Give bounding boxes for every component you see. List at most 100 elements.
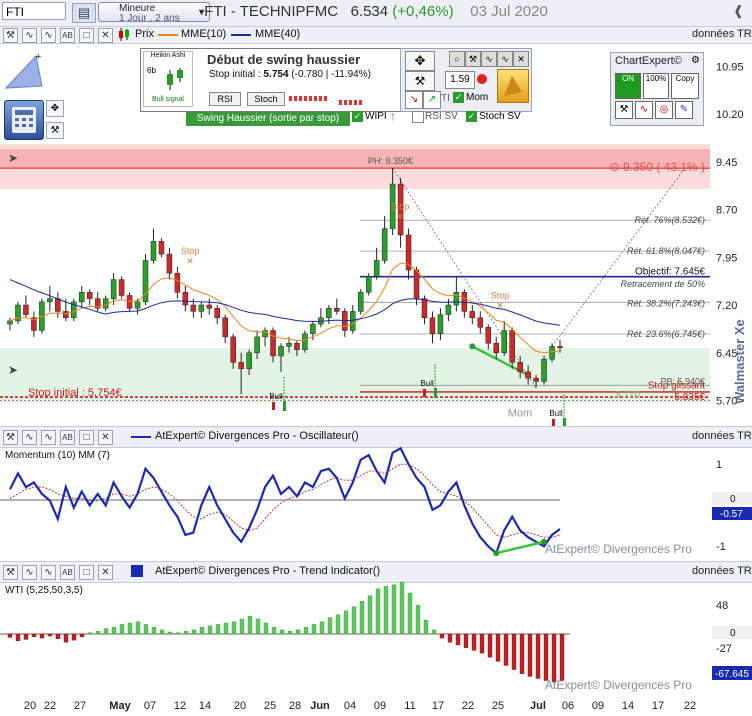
x-tick-label: 25 bbox=[264, 700, 276, 712]
mme40-label: MME(40) bbox=[255, 28, 301, 40]
candle-body bbox=[326, 307, 332, 319]
trend-label: WTI (5,25,50,3,5) bbox=[5, 585, 83, 596]
collapse-icon[interactable]: ❰ bbox=[733, 3, 744, 19]
chart-green-icon[interactable]: ↗ bbox=[423, 91, 441, 109]
trend-square-icon[interactable]: □ bbox=[79, 564, 96, 582]
candle-body bbox=[214, 307, 220, 319]
x-tick-label: 22 bbox=[684, 700, 696, 712]
osc-ytick-1: 1 bbox=[716, 459, 722, 471]
tool-icon[interactable]: ⚒ bbox=[465, 51, 481, 67]
trend-close-icon[interactable]: ✕ bbox=[98, 564, 115, 582]
x-tick-label: 28 bbox=[289, 700, 301, 712]
osc-wave2-icon[interactable]: ∿ bbox=[41, 429, 58, 447]
close-icon[interactable]: ✕ bbox=[98, 27, 115, 45]
trend-bar bbox=[327, 617, 333, 635]
pct-button[interactable]: 100% bbox=[643, 73, 669, 99]
wave2-icon[interactable]: ∿ bbox=[41, 27, 58, 45]
osc-tools-icon[interactable]: ⚒ bbox=[3, 429, 20, 447]
candle-body bbox=[421, 298, 428, 319]
trend-bar bbox=[495, 633, 501, 662]
hammer-icon[interactable]: ⚒ bbox=[405, 71, 435, 91]
trend-bar bbox=[71, 633, 77, 641]
trend-current: -67.645 bbox=[715, 669, 749, 680]
triangle-widget[interactable]: + bbox=[2, 48, 48, 92]
rsi-sv-checkbox[interactable] bbox=[412, 111, 424, 123]
wipi-checkbox[interactable]: ✓ bbox=[352, 111, 363, 122]
trend-bar bbox=[39, 633, 45, 639]
trend-watermark: AtExpert© Divergences Pro bbox=[545, 678, 692, 692]
candle-body bbox=[158, 241, 165, 255]
candle-body bbox=[477, 317, 484, 328]
calculator-icon[interactable] bbox=[4, 100, 44, 140]
candle-body bbox=[350, 311, 356, 331]
bull-bar-red bbox=[423, 389, 426, 397]
move-arrows-icon[interactable]: ✥ bbox=[405, 51, 435, 71]
title-price: 6.534 bbox=[350, 3, 389, 20]
ticker-input[interactable]: FTI bbox=[2, 2, 66, 20]
osc-square-icon[interactable]: □ bbox=[79, 429, 96, 447]
candle-body bbox=[310, 323, 316, 334]
trend-toolbar: ⚒ ∿ ∿ AB □ ✕ AtExpert© Divergences Pro -… bbox=[0, 561, 752, 583]
candle-body bbox=[198, 304, 205, 312]
candle-body bbox=[86, 292, 93, 299]
copy-button[interactable]: Copy bbox=[671, 73, 699, 99]
pct-label: 100% bbox=[645, 74, 667, 83]
x-tick-label: 22 bbox=[44, 700, 56, 712]
trend-bar bbox=[191, 629, 197, 635]
candle-body bbox=[78, 292, 85, 303]
curve-icon-ce[interactable]: ∿ bbox=[635, 101, 653, 119]
x-tick-label: 20 bbox=[24, 700, 36, 712]
chart-red-icon[interactable]: ↘ bbox=[405, 91, 423, 109]
osc-wave-icon[interactable]: ∿ bbox=[22, 429, 39, 447]
record-icon[interactable]: ○ bbox=[449, 51, 465, 67]
osc-ab-icon[interactable]: AB bbox=[60, 429, 77, 447]
candle-body bbox=[23, 304, 29, 315]
wrench-icon[interactable]: ⚒ bbox=[46, 122, 64, 139]
mom-checkbox[interactable]: ✓ bbox=[453, 92, 464, 103]
pencil-icon-ce[interactable]: ✎ bbox=[675, 101, 693, 119]
target-icon-ce[interactable]: ◎ bbox=[655, 101, 673, 119]
candle-body bbox=[413, 269, 420, 299]
trend-bar bbox=[543, 633, 549, 681]
candle-body bbox=[230, 336, 236, 363]
trend-bar bbox=[455, 633, 461, 646]
price-annotation: Stop initial : 5.754€ bbox=[28, 387, 122, 399]
candle-body bbox=[453, 292, 460, 306]
swing-box: Heikin Ashi 6b Bull signal Début de swin… bbox=[140, 48, 402, 112]
chartexpert-widget: ChartExpert© ⚙ ON 100% Copy ⚒ ∿ ◎ ✎ bbox=[610, 52, 704, 126]
bull-icon[interactable] bbox=[497, 69, 529, 103]
on-button[interactable]: ON bbox=[615, 73, 641, 99]
x-tick-label: 04 bbox=[344, 700, 356, 712]
settings-icon[interactable]: ⚙ bbox=[691, 55, 700, 66]
x-tick-label: 27 bbox=[74, 700, 86, 712]
book-icon[interactable]: ▤ bbox=[72, 3, 96, 23]
tools-icon-ce[interactable]: ⚒ bbox=[615, 101, 633, 119]
trend-bar bbox=[311, 624, 317, 635]
title-name: FTI - TECHNIPFMC bbox=[204, 3, 339, 20]
stoch-button[interactable]: Stoch bbox=[247, 92, 285, 106]
timeframe-selector[interactable]: Mineure 1 Jour , 2 ans ▼ bbox=[98, 2, 210, 24]
move-icon[interactable]: ✥ bbox=[46, 100, 64, 117]
square-icon[interactable]: □ bbox=[79, 27, 96, 45]
candle-body bbox=[381, 228, 388, 261]
close-icon-small[interactable]: ✕ bbox=[513, 51, 529, 67]
wave-icon[interactable]: ∿ bbox=[22, 27, 39, 45]
trend-wave-icon[interactable]: ∿ bbox=[22, 564, 39, 582]
rsi-button[interactable]: RSI bbox=[209, 92, 241, 106]
trend-chart: WTI (5,25,50,3,5) AtExpert© Divergences … bbox=[0, 581, 752, 692]
trend-ab-icon[interactable]: AB bbox=[60, 564, 77, 582]
candle-body bbox=[222, 317, 228, 338]
ab-icon[interactable]: AB bbox=[60, 27, 77, 45]
price-annotation: Objectif: 7.645€ bbox=[635, 267, 705, 278]
price-annotation: Rét. 23.6%(6.745€) bbox=[627, 329, 705, 339]
tools-icon[interactable]: ⚒ bbox=[3, 27, 20, 45]
trend-bar bbox=[343, 610, 349, 635]
trend-bar bbox=[175, 632, 181, 635]
trend-bar bbox=[391, 584, 397, 635]
trend-tools-icon[interactable]: ⚒ bbox=[3, 564, 20, 582]
wave-icon-small[interactable]: ∿ bbox=[481, 51, 497, 67]
wave-icon-small-2[interactable]: ∿ bbox=[497, 51, 513, 67]
osc-close-icon[interactable]: ✕ bbox=[98, 429, 115, 447]
trend-wave2-icon[interactable]: ∿ bbox=[41, 564, 58, 582]
stoch-sv-checkbox[interactable]: ✓ bbox=[466, 111, 477, 122]
